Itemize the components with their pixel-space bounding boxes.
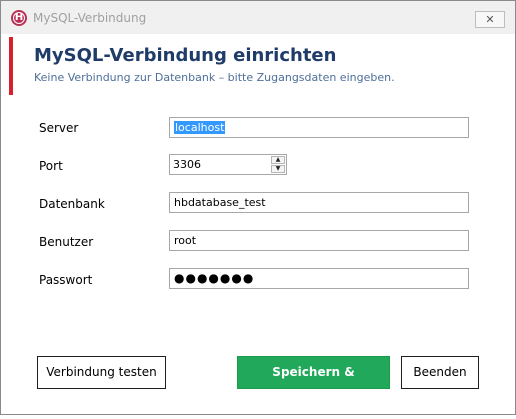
database-input[interactable]: hbdatabase_test [169, 192, 469, 213]
port-value: 3306 [173, 158, 201, 171]
port-stepper[interactable]: 3306 ▲ ▼ [169, 154, 287, 175]
test-connection-button[interactable]: Verbindung testen [37, 356, 166, 389]
user-input-value: root [174, 234, 197, 247]
password-label: Passwort [39, 273, 93, 287]
app-logo-icon: H [11, 10, 27, 26]
user-input[interactable]: root [169, 230, 469, 251]
spin-down-icon[interactable]: ▼ [271, 165, 285, 173]
accent-bar [9, 37, 13, 95]
server-input-value: localhost [174, 121, 226, 134]
close-icon: ✕ [485, 13, 495, 26]
dialog-window: H MySQL-Verbindung ✕ MySQL-Verbindung ei… [0, 0, 516, 415]
save-connect-button[interactable]: Speichern & Verbinden [237, 356, 390, 410]
server-input[interactable]: localhost [169, 117, 469, 138]
server-label: Server [39, 121, 79, 135]
page-title: MySQL-Verbindung einrichten [34, 45, 337, 66]
port-label: Port [39, 159, 63, 173]
window-title: MySQL-Verbindung [33, 11, 147, 25]
title-bar: H MySQL-Verbindung ✕ [1, 1, 515, 34]
password-input-value: ●●●●●●● [174, 271, 255, 285]
close-button[interactable]: ✕ [475, 11, 505, 28]
database-input-value: hbdatabase_test [174, 196, 266, 209]
quit-button[interactable]: Beenden [401, 356, 479, 389]
page-subtitle: Keine Verbindung zur Datenbank – bitte Z… [34, 71, 395, 84]
user-label: Benutzer [39, 235, 94, 249]
database-label: Datenbank [39, 197, 105, 211]
spin-up-icon[interactable]: ▲ [271, 156, 285, 164]
port-spin-buttons: ▲ ▼ [271, 156, 285, 173]
header-panel: MySQL-Verbindung einrichten Keine Verbin… [1, 34, 515, 98]
password-input[interactable]: ●●●●●●● [169, 268, 469, 289]
